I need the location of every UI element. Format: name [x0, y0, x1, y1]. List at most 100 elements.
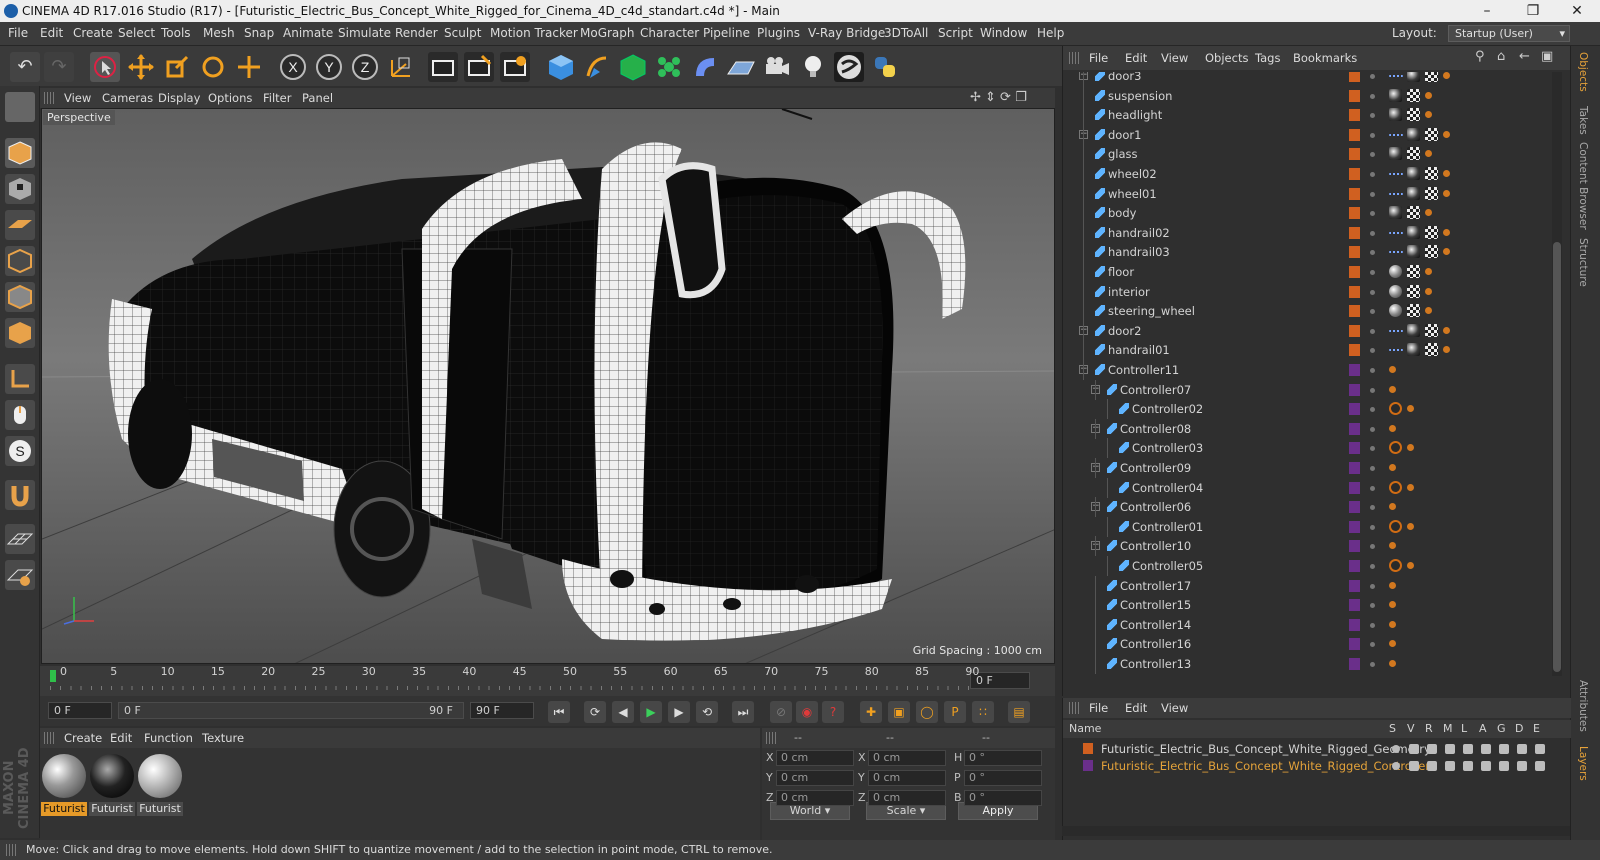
visible-eye-icon[interactable] — [1409, 761, 1419, 771]
workplane-mode-icon[interactable] — [5, 210, 35, 240]
material-tag-icon[interactable] — [1389, 108, 1402, 122]
coordinate-field[interactable]: 0 cm — [868, 790, 946, 806]
points-mode-icon[interactable] — [5, 246, 35, 276]
coordinate-field[interactable]: 0 ° — [964, 750, 1042, 766]
material-tag-icon[interactable] — [1389, 265, 1402, 278]
object-row[interactable]: Controller05 — [1063, 556, 1553, 576]
axis-mode-icon[interactable] — [5, 364, 35, 394]
coordinate-field[interactable]: 0 ° — [964, 770, 1042, 786]
rotate-tool-icon[interactable] — [198, 52, 228, 82]
z-axis-lock-icon[interactable]: Z — [350, 52, 380, 82]
visibility-dot-icon[interactable] — [1370, 407, 1375, 413]
panel-grip-icon[interactable] — [44, 92, 56, 104]
material-tag-icon[interactable] — [1407, 225, 1420, 239]
layer-menu-edit[interactable]: Edit — [1125, 701, 1147, 715]
visibility-dot-icon[interactable] — [1370, 289, 1375, 295]
layer-color-swatch[interactable] — [1349, 207, 1360, 220]
object-row[interactable]: −Controller08 — [1063, 418, 1553, 439]
render-icon[interactable] — [1427, 761, 1437, 771]
layer-color-swatch[interactable] — [1349, 658, 1360, 670]
ik-tag-icon[interactable] — [1443, 170, 1450, 177]
generator-icon[interactable] — [1499, 761, 1509, 771]
material-tag-icon[interactable] — [1425, 167, 1438, 180]
material-menu-texture[interactable]: Texture — [202, 731, 244, 745]
current-frame-marker[interactable] — [50, 670, 56, 682]
move-tool-icon[interactable] — [126, 52, 156, 82]
coordinate-field[interactable]: 0 cm — [776, 770, 854, 786]
material-tag-icon[interactable] — [1425, 72, 1438, 82]
object-row[interactable]: Controller13 — [1063, 654, 1553, 674]
object-menu-edit[interactable]: Edit — [1125, 51, 1147, 65]
material-tag-icon[interactable] — [1407, 127, 1420, 141]
object-menu-tags[interactable]: Tags — [1255, 51, 1280, 65]
layer-row[interactable]: Futuristic_Electric_Bus_Concept_White_Ri… — [1063, 740, 1571, 758]
panel-grip-icon[interactable] — [1069, 702, 1081, 714]
render-picture-viewer-icon[interactable] — [464, 52, 494, 82]
ik-tag-icon[interactable] — [1425, 209, 1432, 217]
visibility-dot-icon[interactable] — [1370, 564, 1375, 569]
record-keys-disabled-icon[interactable]: ⊘ — [770, 701, 792, 723]
object-menu-file[interactable]: File — [1089, 51, 1108, 65]
texture-mode-icon[interactable] — [5, 174, 35, 204]
layer-color-swatch[interactable] — [1349, 403, 1360, 416]
object-row[interactable]: steering_wheel — [1063, 301, 1553, 322]
navigate-back-icon[interactable]: ← — [1519, 49, 1530, 64]
object-menu-view[interactable]: View — [1161, 51, 1188, 65]
panel-grip-icon[interactable] — [766, 732, 778, 744]
layer-color-swatch[interactable] — [1083, 743, 1093, 754]
pen-spline-icon[interactable] — [582, 52, 612, 82]
constraint-tag-icon[interactable] — [1389, 519, 1402, 533]
material-tag-icon[interactable] — [1389, 206, 1402, 220]
start-frame-field[interactable]: 0 F — [48, 702, 112, 719]
layer-color-swatch[interactable] — [1349, 226, 1360, 239]
edges-mode-icon[interactable] — [5, 282, 35, 312]
snap-icon[interactable]: S — [5, 436, 35, 466]
visibility-dot-icon[interactable] — [1370, 74, 1375, 79]
object-row[interactable]: −Controller11 — [1063, 360, 1553, 380]
layer-color-swatch[interactable] — [1349, 344, 1360, 357]
ik-tag-icon[interactable] — [1443, 189, 1450, 197]
subdivision-surface-icon[interactable] — [618, 52, 648, 82]
material-tag-icon[interactable] — [1425, 127, 1438, 141]
material-tag-icon[interactable] — [1407, 147, 1420, 161]
layer-color-swatch[interactable] — [1349, 128, 1360, 141]
home-icon[interactable]: ⌂ — [1497, 49, 1505, 64]
constraint-tag-icon[interactable] — [1389, 402, 1402, 416]
viewport-navigation-icon[interactable]: ✢ ⇕ ⟳ ❐ — [970, 90, 1027, 105]
magnet-icon[interactable] — [5, 480, 35, 510]
previous-key-icon[interactable]: ⟳ — [584, 701, 606, 723]
manager-icon[interactable] — [1445, 744, 1455, 754]
object-row[interactable]: −door3 — [1063, 72, 1553, 86]
ik-tag-icon[interactable] — [1443, 326, 1450, 334]
layer-color-swatch[interactable] — [1349, 187, 1360, 200]
material-tag-icon[interactable] — [1425, 343, 1438, 357]
visibility-dot-icon[interactable] — [1370, 348, 1375, 354]
ik-tag-icon[interactable] — [1407, 483, 1414, 491]
layer-color-swatch[interactable] — [1349, 109, 1360, 122]
material-label[interactable]: Futurist — [89, 802, 135, 816]
play-icon[interactable]: ▶ — [640, 701, 662, 723]
solo-dot-icon[interactable] — [1392, 762, 1400, 770]
floor-object-icon[interactable] — [726, 52, 756, 82]
side-tab-structure[interactable]: Structure — [1577, 238, 1589, 287]
material-tag-icon[interactable] — [1389, 147, 1402, 161]
render-icon[interactable] — [1427, 744, 1437, 754]
visibility-dot-icon[interactable] — [1370, 328, 1375, 334]
material-menu-function[interactable]: Function — [144, 731, 193, 745]
material-menu-create[interactable]: Create — [64, 731, 102, 745]
go-to-end-icon[interactable]: ⏭ — [732, 701, 754, 723]
menu-mesh[interactable]: Mesh — [203, 26, 235, 40]
object-menu-objects[interactable]: Objects — [1205, 51, 1248, 65]
layer-menu-view[interactable]: View — [1161, 701, 1188, 715]
object-row[interactable]: Controller04 — [1063, 477, 1553, 498]
cloner-icon[interactable] — [654, 52, 684, 82]
render-view-icon[interactable] — [428, 52, 458, 82]
selection-tag-icon[interactable] — [1389, 173, 1403, 175]
object-menu-bookmarks[interactable]: Bookmarks — [1293, 51, 1357, 65]
visibility-dot-icon[interactable] — [1370, 583, 1375, 589]
visibility-dot-icon[interactable] — [1370, 211, 1375, 217]
menu-file[interactable]: File — [8, 26, 28, 40]
material-tag-icon[interactable] — [1389, 284, 1402, 298]
object-row[interactable]: Controller17 — [1063, 575, 1553, 596]
ik-tag-icon[interactable] — [1425, 91, 1432, 99]
